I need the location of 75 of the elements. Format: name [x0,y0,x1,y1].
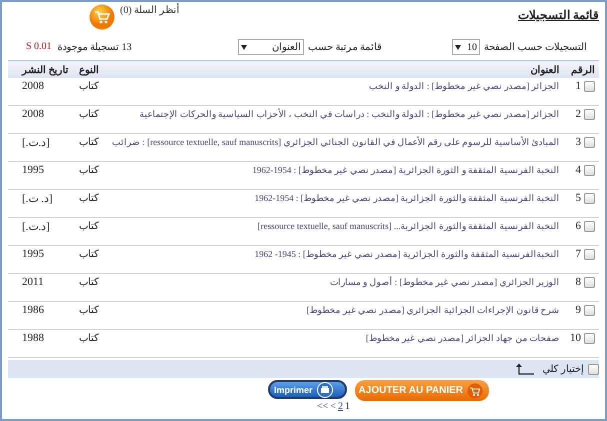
date-cell: [د. ت.] [22,193,53,205]
select-all-checkbox[interactable] [588,364,599,374]
dropdown-caret-icon [455,44,461,50]
row-number: 3 [576,136,581,148]
title-link[interactable]: الجزائر [مصدر نصي غير مخطوط] : الدولة و النخب [369,81,560,91]
date-cell: [د.ت.] [22,221,50,233]
shopping-cart-icon[interactable] [88,4,116,30]
row-checkbox[interactable] [584,108,595,120]
pagination-link[interactable]: 1 [344,401,350,412]
type-cell: كتاب [79,249,99,260]
title-link[interactable]: الجزائر [مصدر نصي غير مخطوط] : الدولة والنخب : دراسات في النخب ، الأحزاب السياسية والحركات الإجتماعية [140,109,560,119]
title-link[interactable]: صفحات من جهاد الجزائر [مصدر نصي غير مخطوط] [366,333,560,343]
title-link[interactable]: المبادئ الأساسية للرسوم على رقم الأعمال في القانون الجنائي الجزائري [ressource textuelle, sauf manuscrits] : ضرائب [112,137,560,147]
date-cell: 1995 [22,248,44,260]
row-number: 10 [570,332,581,344]
pagination-link[interactable]: 2 [338,401,343,412]
type-cell: كتاب [79,81,99,92]
row-checkbox[interactable] [584,304,595,316]
title-link[interactable]: النخبة الفرنسية المثقفة والثورة الجزائرية... [ressource textuelle, sauf manuscrits] [258,221,560,231]
dropdown-caret-icon [241,44,247,50]
row-number: 6 [576,220,581,232]
per-page-label: التسجيلات حسب الصفحة [484,41,587,53]
view-cart-link[interactable]: أنظر السلة (0) [120,4,180,16]
type-cell: كتاب [79,165,99,176]
search-time: S 0.01 [26,41,52,53]
column-header: تاريخ النشر [8,60,75,78]
row-number: 8 [576,276,581,288]
row-checkbox[interactable] [584,332,595,344]
title-link[interactable]: النخبةالفرنسية المثقفة والثورة الجزائرية [مصدر نصي غير مخطوط] : 1945- 1962 [254,249,560,259]
row-number: 5 [576,192,581,204]
record-count: 13 تسجيلة موجودة [58,41,132,53]
type-cell: كتاب [79,333,99,344]
title-link[interactable]: النخبة الفرنسية المثقفة والثورة الجزائرية [مصدر نصي غير مخطوط] : 1954-1962 [254,193,560,203]
corner-arrow-icon [514,363,534,375]
row-checkbox[interactable] [584,192,595,204]
print-button[interactable]: Imprimer [268,380,347,399]
type-cell: كتاب [79,305,99,316]
column-header: النوع [75,60,108,78]
row-checkbox[interactable] [584,220,595,232]
title-link[interactable]: شرح قانون الإجراءات الجزائية الجزائري [مصدر نصي غير مخطوط] [306,305,560,315]
date-cell: 1988 [22,332,44,344]
pagination-link[interactable]: << [317,401,328,412]
type-cell: كتاب [79,137,99,148]
sort-select[interactable]: العنوان [238,39,304,55]
date-cell: 2008 [22,80,44,92]
type-cell: كتاب [79,277,99,288]
date-cell: 2008 [22,108,44,120]
date-cell: [د.ت.] [22,137,50,149]
row-checkbox[interactable] [584,248,595,260]
row-checkbox[interactable] [584,136,595,148]
printer-icon [316,382,333,398]
column-header: العنوان [108,60,564,78]
select-all-label: إختيار كلي [542,363,584,375]
row-checkbox[interactable] [584,276,595,288]
type-cell: كتاب [79,221,99,232]
row-checkbox[interactable] [584,80,595,92]
type-cell: كتاب [79,193,99,204]
row-number: 2 [576,108,581,120]
title-link[interactable]: النخبة الفرنسية المثقفة و الثورة الجزائرية [مصدر نصي غير مخطوط] : 1954-1962 [252,165,560,175]
cart-icon [466,382,483,398]
sort-label: قائمة مرتبة حسب [308,41,382,53]
date-cell: 2011 [22,276,44,288]
type-cell: كتاب [79,109,99,120]
date-cell: 1986 [22,304,44,316]
column-header: الرقم [564,60,599,78]
row-number: 1 [576,80,581,92]
page-title: قائمة التسجيلات [518,8,599,23]
row-number: 4 [576,164,581,176]
row-number: 9 [576,304,581,316]
row-number: 7 [576,248,581,260]
pagination-link[interactable]: < [330,401,336,412]
per-page-select[interactable]: 10 [452,39,480,55]
title-link[interactable]: الوزير الجزائري [مصدر نصي غير مخطوط] : أصول و مسارات [330,277,560,287]
row-checkbox[interactable] [584,164,595,176]
date-cell: 1995 [22,164,44,176]
